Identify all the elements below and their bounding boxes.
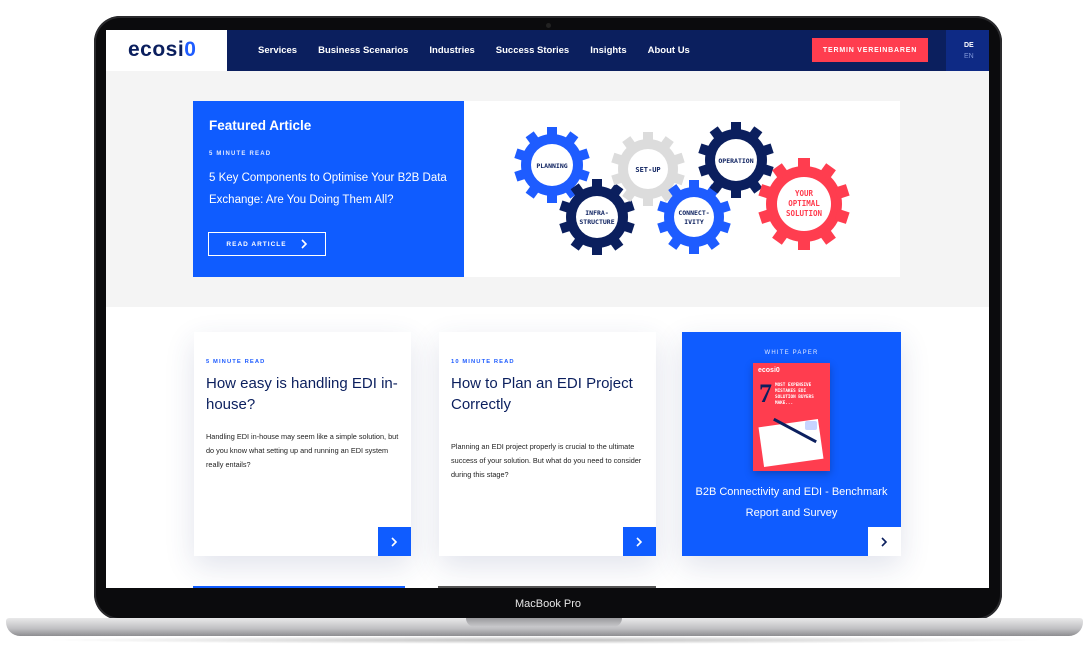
gear-label-optimal: OPTIMAL xyxy=(788,199,820,208)
language-en[interactable]: EN xyxy=(964,53,974,60)
gear-label-infra: INFRA- xyxy=(585,209,608,217)
cover-eraser-graphic xyxy=(805,421,817,430)
whitepaper-open-button[interactable] xyxy=(868,527,901,556)
chevron-right-icon xyxy=(881,536,888,547)
gear-label-planning: PLANNING xyxy=(536,162,567,170)
next-card-peek xyxy=(193,586,405,588)
featured-article-panel: Featured Article 5 MINUTE READ 5 Key Com… xyxy=(193,101,464,277)
cover-number: 7 xyxy=(759,379,772,408)
laptop-notch xyxy=(466,618,622,627)
logo-area[interactable]: ecosi0 xyxy=(106,30,227,71)
chevron-right-icon xyxy=(391,536,398,547)
nav-menu: Services Business Scenarios Industries S… xyxy=(258,30,711,71)
nav-item-services[interactable]: Services xyxy=(258,45,297,56)
featured-read-time: 5 MINUTE READ xyxy=(209,151,272,157)
logo-accent: 0 xyxy=(184,38,197,61)
gear-label-your: YOUR xyxy=(795,189,814,198)
device-label: MacBook Pro xyxy=(514,598,582,610)
nav-item-insights[interactable]: Insights xyxy=(590,45,626,56)
card-read-time: 5 MINUTE READ xyxy=(206,359,266,365)
featured-title: Featured Article xyxy=(209,118,312,133)
logo[interactable]: ecosi0 xyxy=(128,38,196,62)
nav-item-about-us[interactable]: About Us xyxy=(648,45,690,56)
card-open-button[interactable] xyxy=(378,527,411,556)
nav-item-business-scenarios[interactable]: Business Scenarios xyxy=(318,45,408,56)
gear-label-connect: CONNECT- xyxy=(678,209,709,217)
gears-illustration: PLANNING INFRA- STRUCTURE SET-UP CONNECT… xyxy=(514,122,850,255)
card-title[interactable]: How to Plan an EDI Project Correctly xyxy=(451,373,646,415)
nav-item-industries[interactable]: Industries xyxy=(429,45,474,56)
read-article-button[interactable]: READ ARTICLE xyxy=(208,232,326,256)
top-navigation: ecosi0 Services Business Scenarios Indus… xyxy=(106,30,989,71)
logo-text: ecosi xyxy=(128,38,185,61)
camera-dot xyxy=(546,23,551,28)
featured-image: PLANNING INFRA- STRUCTURE SET-UP CONNECT… xyxy=(464,101,900,277)
cover-text: MOST EXPENSIVE MISTAKES EDI SOLUTION BUY… xyxy=(775,383,814,406)
gear-label-operation: OPERATION xyxy=(718,157,753,165)
gear-label-setup: SET-UP xyxy=(635,166,660,174)
cover-brand: ecosi0 xyxy=(758,367,780,374)
whitepaper-cover[interactable]: ecosi0 7 MOST EXPENSIVE MISTAKES EDI SOL… xyxy=(753,363,830,471)
card-description: Planning an EDI project properly is cruc… xyxy=(451,442,642,479)
nav-item-success-stories[interactable]: Success Stories xyxy=(496,45,569,56)
gear-label-ivity: IVITY xyxy=(684,218,704,226)
chevron-right-icon xyxy=(301,239,307,249)
browser-viewport: ecosi0 Services Business Scenarios Indus… xyxy=(106,30,989,588)
gear-label-solution: SOLUTION xyxy=(786,209,823,218)
whitepaper-card[interactable]: WHITE PAPER ecosi0 7 MOST EXPENSIVE MIST… xyxy=(682,332,901,556)
book-appointment-button[interactable]: TERMIN VEREINBAREN xyxy=(812,38,928,62)
card-open-button[interactable] xyxy=(623,527,656,556)
chevron-right-icon xyxy=(636,536,643,547)
card-title[interactable]: How easy is handling EDI in-house? xyxy=(206,373,401,415)
laptop-shadow xyxy=(40,636,1050,644)
featured-heading[interactable]: 5 Key Components to Optimise Your B2B Da… xyxy=(209,167,454,211)
card-description: Handling EDI in-house may seem like a si… xyxy=(206,432,399,469)
whitepaper-title[interactable]: B2B Connectivity and EDI - Benchmark Rep… xyxy=(682,482,901,524)
article-card[interactable]: 10 MINUTE READ How to Plan an EDI Projec… xyxy=(439,332,656,556)
whitepaper-label: WHITE PAPER xyxy=(764,350,819,356)
next-card-peek xyxy=(438,586,656,588)
article-card[interactable]: 5 MINUTE READ How easy is handling EDI i… xyxy=(194,332,411,556)
language-switcher xyxy=(946,30,989,71)
gear-label-structure: STRUCTURE xyxy=(579,218,614,226)
card-read-time: 10 MINUTE READ xyxy=(451,359,515,365)
read-article-label: READ ARTICLE xyxy=(226,240,287,248)
language-de[interactable]: DE xyxy=(964,42,974,49)
